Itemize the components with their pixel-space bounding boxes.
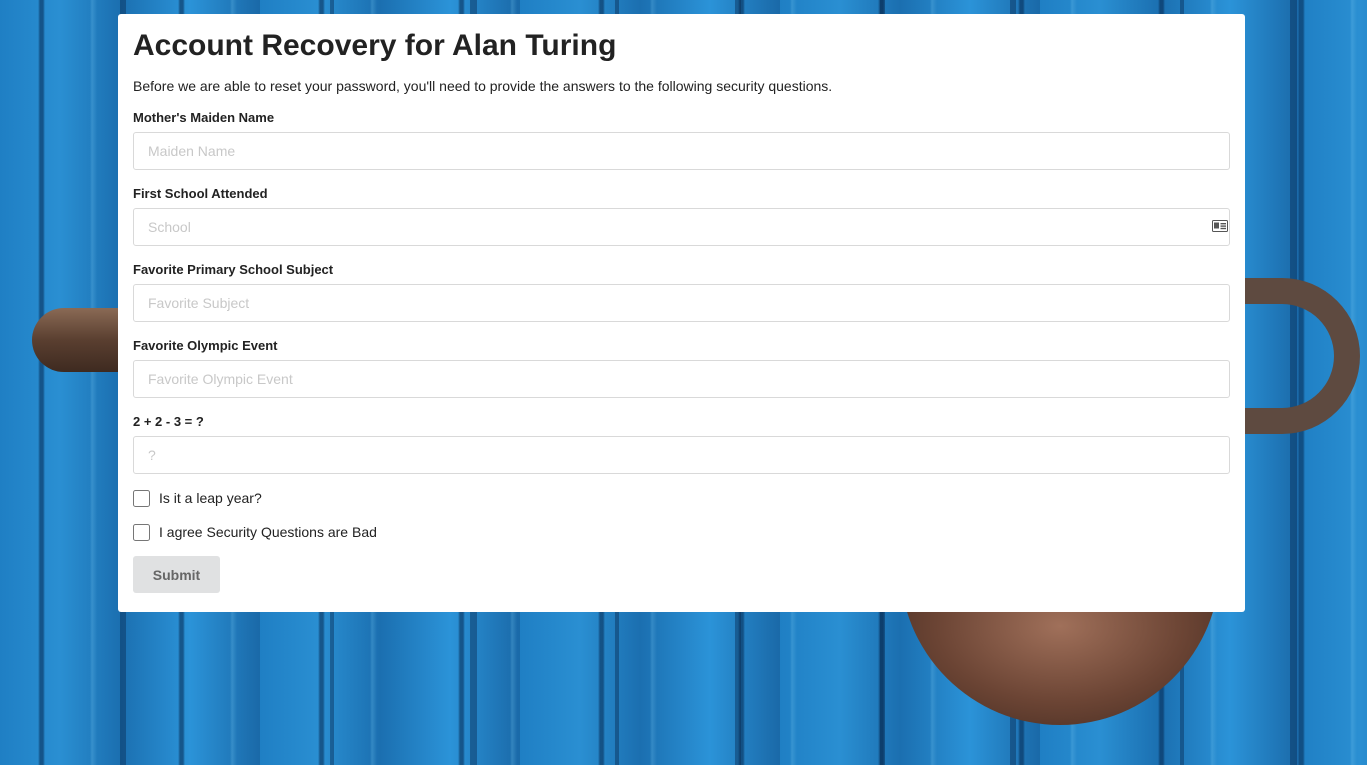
math-question-label: 2 + 2 - 3 = ? (133, 414, 204, 429)
first-school-input[interactable] (133, 208, 1230, 246)
olympic-event-wrap (133, 360, 1230, 398)
agree-row: I agree Security Questions are Bad (133, 523, 1230, 542)
leap-year-label[interactable]: Is it a leap year? (159, 489, 262, 508)
first-school-label: First School Attended (133, 186, 268, 201)
maiden-name-wrap (133, 132, 1230, 170)
olympic-event-label: Favorite Olympic Event (133, 338, 278, 353)
favorite-subject-wrap (133, 284, 1230, 322)
account-recovery-form: Account Recovery for Alan Turing Before … (118, 14, 1245, 612)
field-maiden-name: Mother's Maiden Name (133, 110, 1230, 170)
agree-checkbox[interactable] (133, 524, 150, 541)
favorite-subject-label: Favorite Primary School Subject (133, 262, 334, 277)
intro-text: Before we are able to reset your passwor… (133, 78, 833, 94)
maiden-name-input[interactable] (133, 132, 1230, 170)
math-answer-input[interactable] (133, 436, 1230, 474)
leap-year-row: Is it a leap year? (133, 489, 1230, 508)
field-math-question: 2 + 2 - 3 = ? (133, 414, 1230, 474)
math-question-wrap (133, 436, 1230, 474)
olympic-event-input[interactable] (133, 360, 1230, 398)
agree-label[interactable]: I agree Security Questions are Bad (159, 523, 377, 542)
page-title: Account Recovery for Alan Turing (133, 29, 617, 62)
maiden-name-label: Mother's Maiden Name (133, 110, 275, 125)
first-school-wrap (133, 208, 1230, 246)
favorite-subject-input[interactable] (133, 284, 1230, 322)
contact-card-icon[interactable] (1212, 220, 1228, 232)
leap-year-checkbox[interactable] (133, 490, 150, 507)
submit-button[interactable]: Submit (133, 556, 220, 593)
field-first-school: First School Attended (133, 186, 1230, 246)
field-favorite-subject: Favorite Primary School Subject (133, 262, 1230, 322)
field-olympic-event: Favorite Olympic Event (133, 338, 1230, 398)
